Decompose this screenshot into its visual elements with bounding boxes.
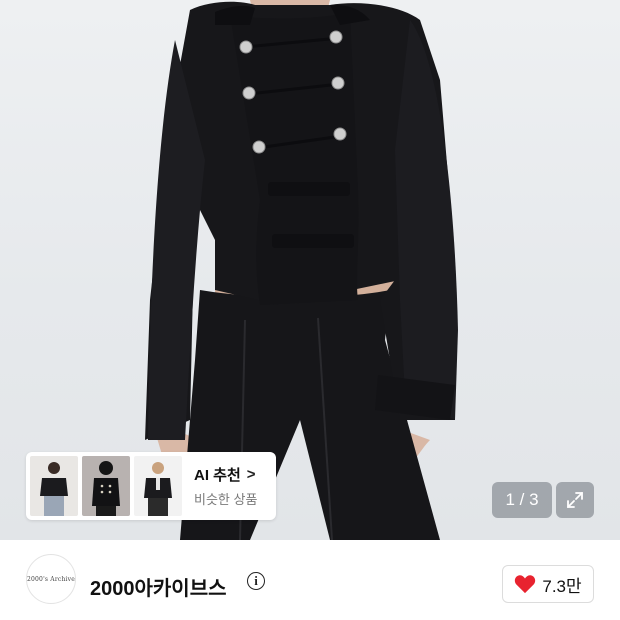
thumbnail-3[interactable]	[134, 456, 182, 516]
ai-recommend-title-label: AI 추천	[194, 467, 241, 484]
thumbnail-1[interactable]	[30, 456, 78, 516]
expand-arrows-icon	[567, 492, 583, 508]
expand-icon[interactable]	[556, 482, 594, 518]
shop-logo[interactable]: 2000's Archive	[26, 554, 76, 604]
shop-logo-text: 2000's Archive	[27, 575, 75, 583]
like-count: 7.3만	[542, 576, 582, 596]
product-page: AI 추천 > 비슷한 상품 1 / 3 2000's Archive 2000…	[0, 0, 620, 620]
ai-recommend-subtitle: 비슷한 상품	[194, 492, 258, 507]
thumbnail-strip	[30, 456, 182, 516]
thumbnail-2[interactable]	[82, 456, 130, 516]
product-image-gallery[interactable]: AI 추천 > 비슷한 상품 1 / 3	[0, 0, 620, 540]
shop-name[interactable]: 2000아카이브스	[90, 572, 227, 601]
chevron-right-icon: >	[246, 466, 256, 483]
ai-recommend-text: AI 추천 > 비슷한 상품	[194, 464, 257, 508]
ai-recommend-card[interactable]: AI 추천 > 비슷한 상품	[26, 452, 276, 520]
like-button[interactable]: 7.3만	[502, 565, 594, 603]
heart-icon	[515, 575, 536, 594]
page-indicator: 1 / 3	[492, 482, 552, 518]
info-icon[interactable]: i	[247, 572, 265, 590]
ai-recommend-title[interactable]: AI 추천 >	[194, 464, 257, 485]
